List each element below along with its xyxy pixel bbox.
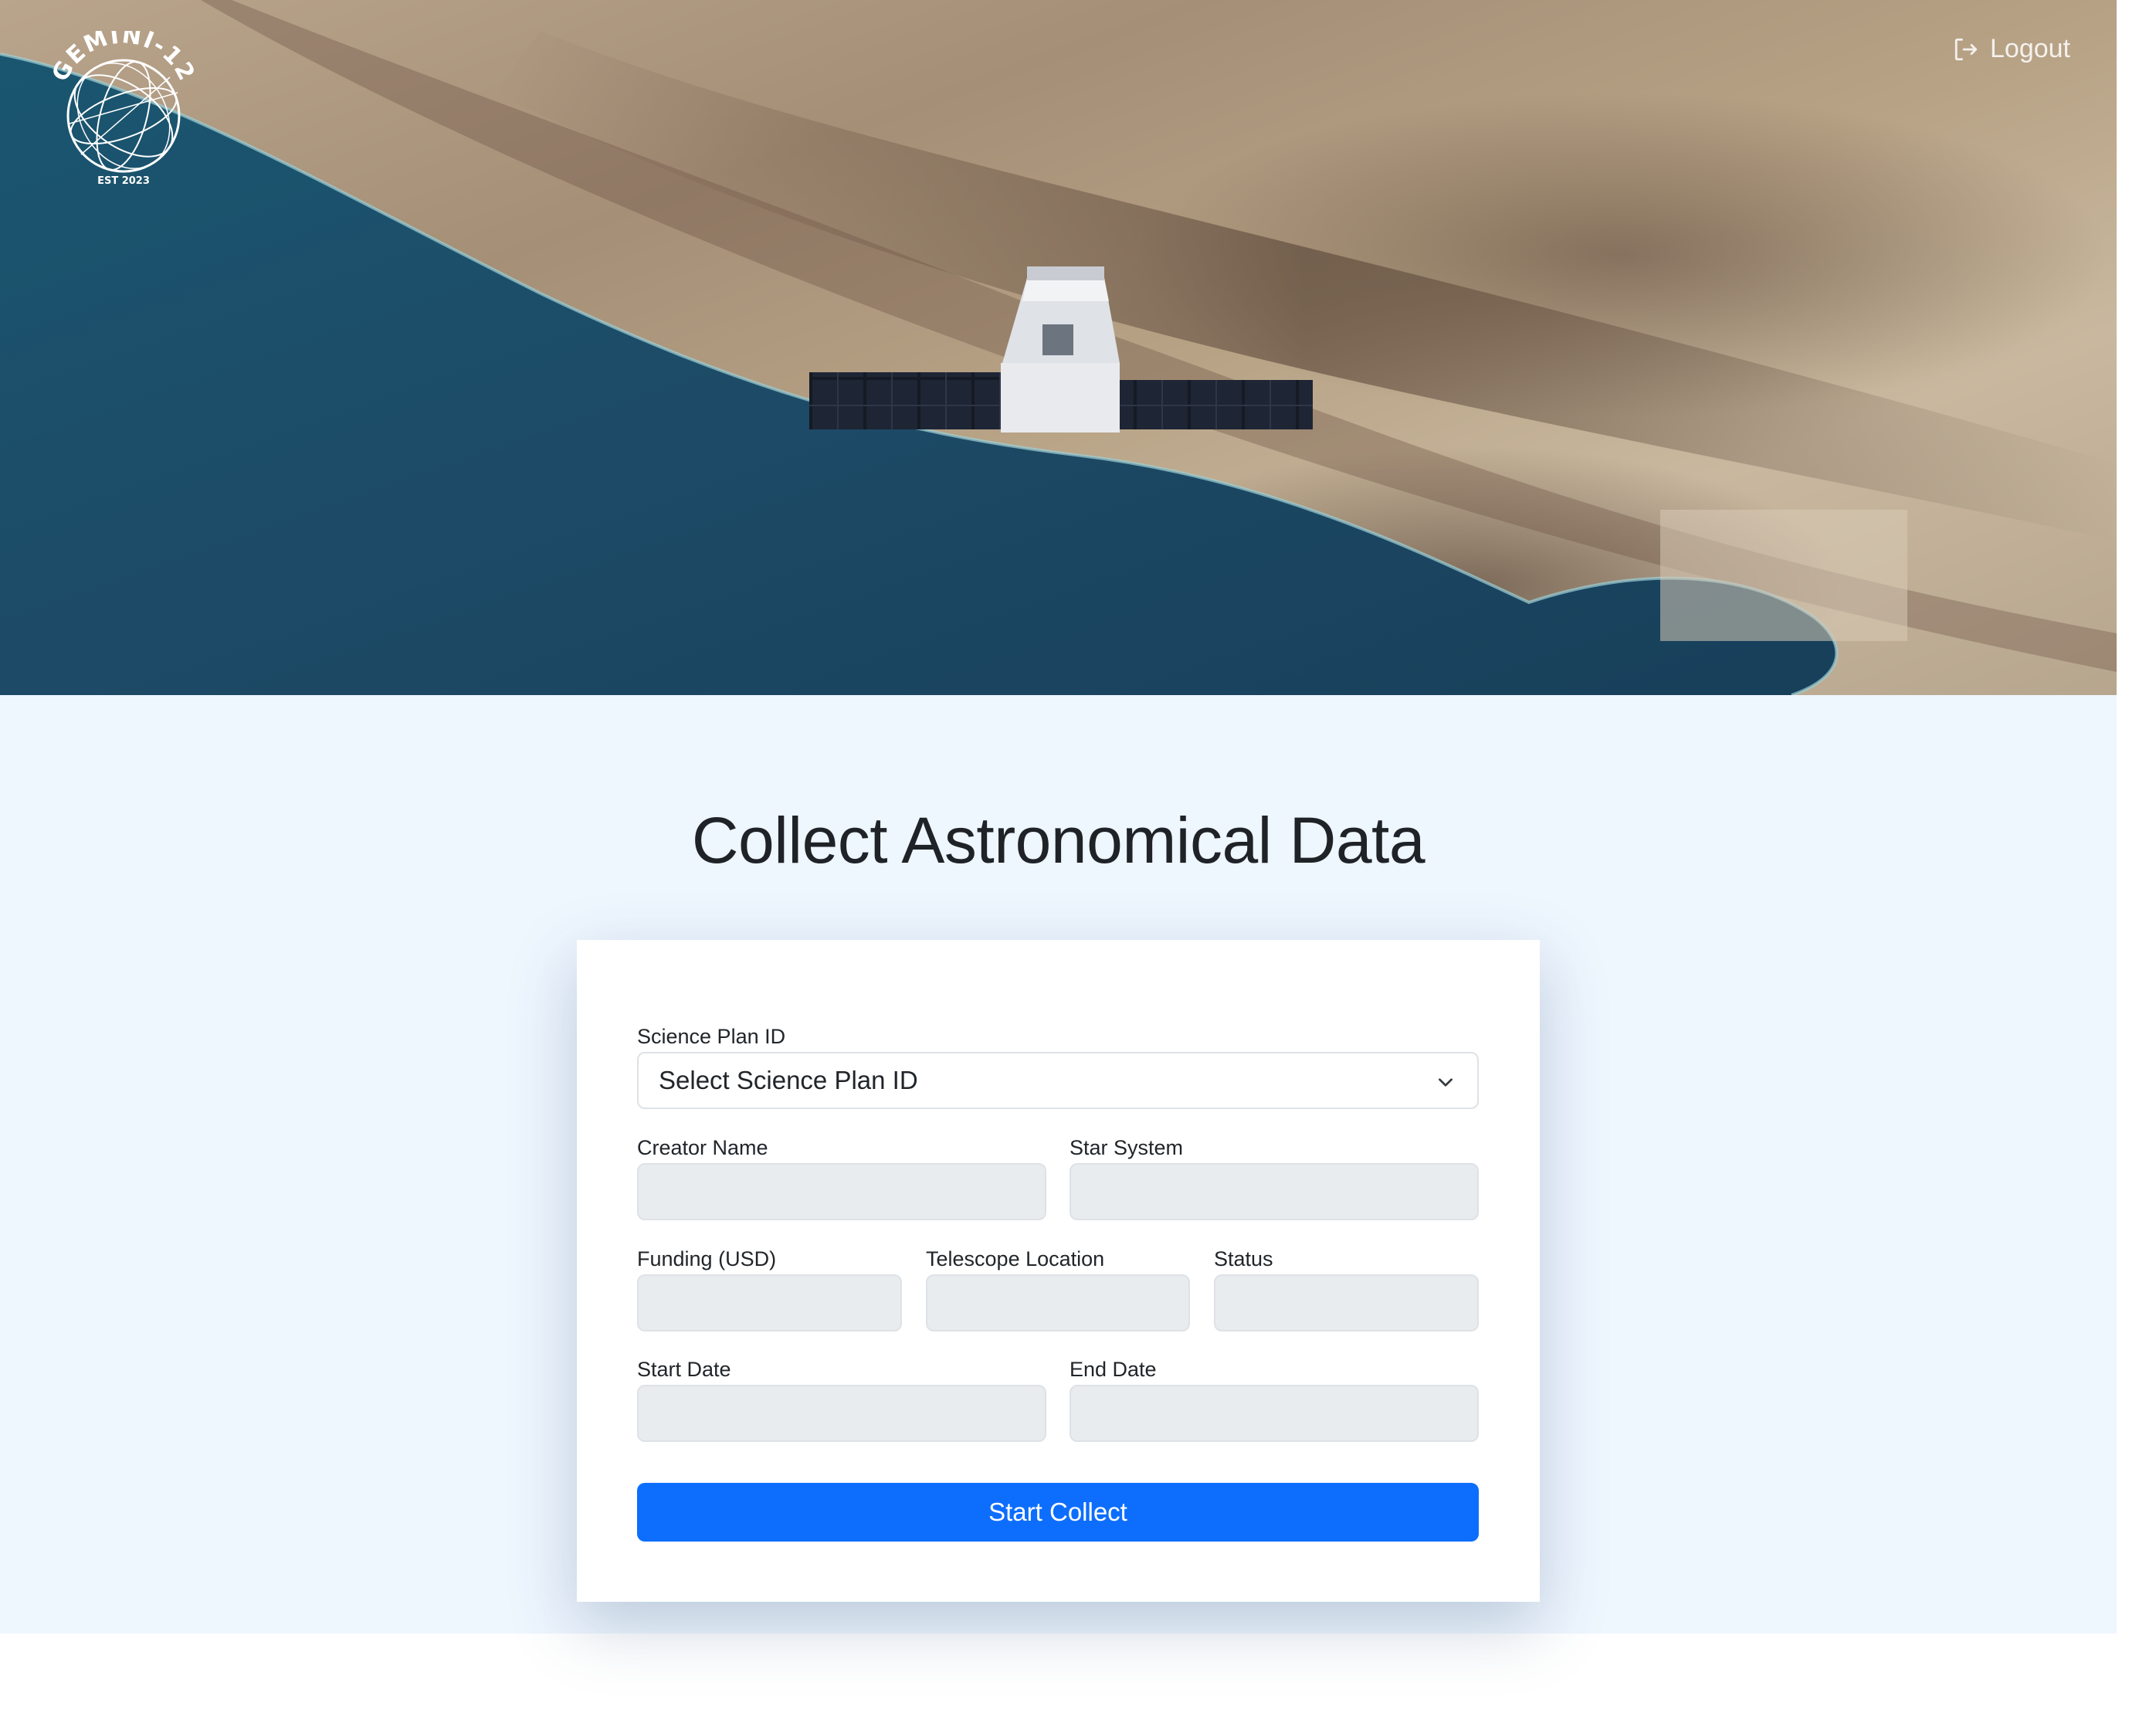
star-system-field[interactable]	[1070, 1163, 1479, 1220]
logout-button[interactable]: Logout	[1953, 34, 2070, 64]
funding-label: Funding (USD)	[637, 1247, 777, 1270]
collect-data-form: Science Plan ID Select Science Plan ID C…	[577, 940, 1540, 1602]
science-plan-label: Science Plan ID	[637, 1025, 786, 1048]
science-plan-selected-value: Select Science Plan ID	[659, 1066, 918, 1094]
page: GEMINI-12 EST 2023 Logout Collect Astron	[0, 0, 2156, 1730]
creator-name-field[interactable]	[637, 1163, 1046, 1220]
solar-panel-left	[809, 372, 1002, 429]
telescope-location-field[interactable]	[926, 1274, 1190, 1331]
status-field[interactable]	[1214, 1274, 1479, 1331]
hero-banner: GEMINI-12 EST 2023 Logout	[0, 0, 2117, 695]
page-title: Collect Astronomical Data	[691, 804, 1425, 877]
logo-tagline: EST 2023	[97, 175, 150, 187]
svg-text:GEMINI-12: GEMINI-12	[46, 31, 200, 86]
globe-logo-icon: GEMINI-12 EST 2023	[46, 22, 200, 187]
logout-label: Logout	[1990, 34, 2070, 63]
telescope-location-label: Telescope Location	[926, 1247, 1105, 1270]
logout-icon	[1954, 38, 1978, 60]
funding-field[interactable]	[637, 1274, 902, 1331]
start-collect-button[interactable]: Start Collect	[637, 1483, 1479, 1542]
start-date-label: Start Date	[637, 1358, 731, 1381]
end-date-label: End Date	[1070, 1358, 1157, 1381]
logo-brand-text: GEMINI-12	[46, 22, 198, 86]
gemini-logo[interactable]: GEMINI-12 EST 2023	[46, 22, 201, 193]
chevron-down-icon	[1439, 1078, 1453, 1087]
science-plan-select[interactable]: Select Science Plan ID	[637, 1052, 1479, 1109]
creator-name-label: Creator Name	[637, 1136, 768, 1159]
hero-image	[0, 0, 2117, 695]
main-section: Collect Astronomical Data Science Plan I…	[0, 695, 2117, 1633]
start-date-field[interactable]	[637, 1385, 1046, 1442]
star-system-label: Star System	[1070, 1136, 1184, 1159]
status-label: Status	[1214, 1247, 1273, 1270]
solar-panel-right	[1118, 380, 1313, 429]
end-date-field[interactable]	[1070, 1385, 1479, 1442]
